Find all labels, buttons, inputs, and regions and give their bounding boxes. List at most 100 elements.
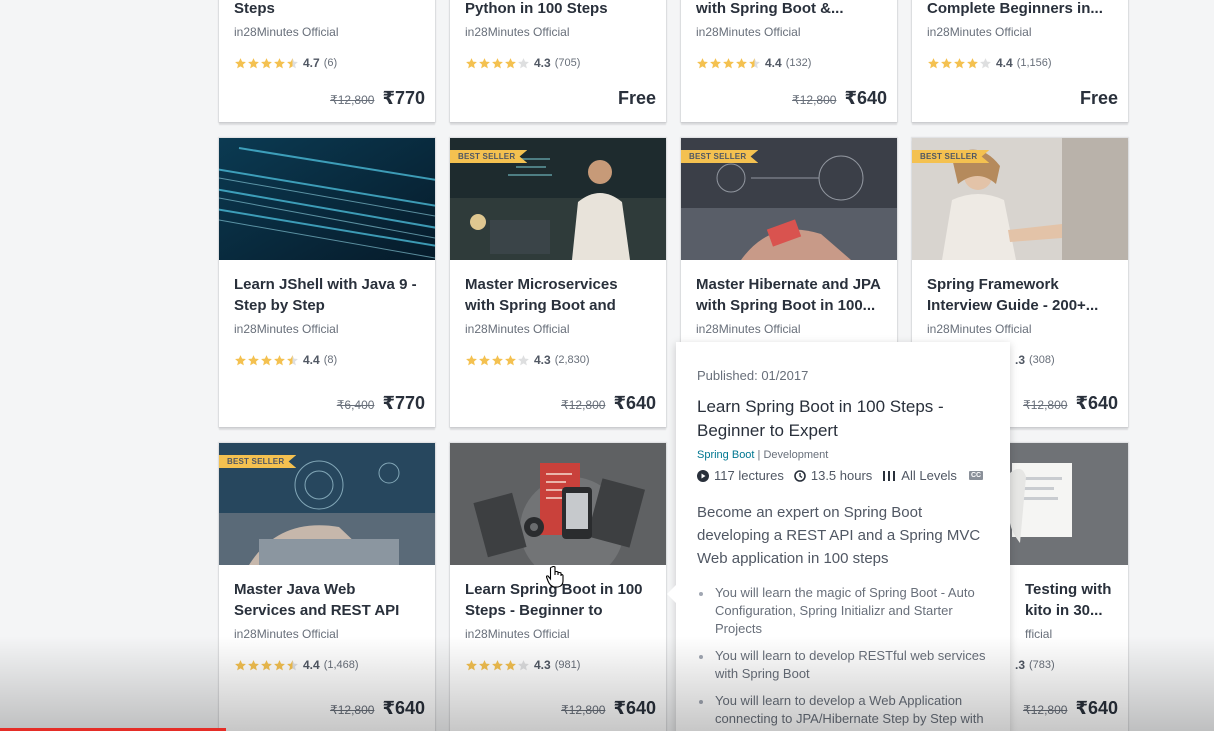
- course-card[interactable]: Learn JShell with Java 9 - Step by Step …: [219, 138, 435, 427]
- course-description: Become an expert on Spring Boot developi…: [697, 504, 981, 567]
- course-card[interactable]: with Spring Boot &... in28Minutes Offici…: [681, 0, 897, 122]
- course-title[interactable]: Master Microservices with Spring Boot an…: [465, 274, 651, 316]
- course-title[interactable]: Master Hibernate and JPA with Spring Boo…: [696, 274, 882, 316]
- rating-value: 4.4: [303, 658, 320, 672]
- course-thumbnail[interactable]: [219, 138, 435, 260]
- rating-value: 4.3: [534, 658, 551, 672]
- hours-item: 13.5 hours: [794, 468, 872, 483]
- star-icon: [954, 57, 965, 68]
- objective-item: You will learn the magic of Spring Boot …: [697, 584, 990, 638]
- rating-value: 4.3: [534, 353, 551, 367]
- rating-count: (6): [323, 57, 338, 69]
- star-icon: [710, 57, 721, 68]
- current-price: ₹640: [613, 393, 656, 413]
- course-author: in28Minutes Official: [465, 627, 570, 641]
- star-icon: [287, 57, 298, 68]
- course-card[interactable]: Complete Beginners in... in28Minutes Off…: [912, 0, 1128, 122]
- price-row: ₹12,800 ₹640: [330, 698, 425, 719]
- course-preview-popover: Published: 01/2017 Learn Spring Boot in …: [676, 342, 1010, 731]
- star-rating: [234, 57, 299, 70]
- course-thumbnail[interactable]: BEST SELLER: [912, 138, 1128, 260]
- rating-count: (2,830): [554, 354, 590, 366]
- price-row: Free: [618, 88, 656, 109]
- price-row: ₹12,800 ₹640: [1023, 698, 1118, 719]
- rating-count: (8): [323, 354, 338, 366]
- rating-count: (783): [1029, 659, 1055, 671]
- rating-value: 4.4: [765, 56, 782, 70]
- star-rating: [696, 57, 761, 70]
- learning-objectives: You will learn the magic of Spring Boot …: [697, 584, 990, 728]
- current-price: ₹770: [382, 393, 425, 413]
- star-icon: [274, 354, 285, 365]
- best-seller-badge: BEST SELLER: [681, 150, 759, 163]
- course-title[interactable]: Spring Framework Interview Guide - 200+.…: [927, 274, 1113, 316]
- course-title[interactable]: Python in 100 Steps: [465, 0, 651, 19]
- course-author: in28Minutes Official: [465, 25, 570, 39]
- rating-value: 4.4: [303, 353, 320, 367]
- rating-row: 4.3 (705): [465, 55, 651, 71]
- course-card[interactable]: Python in 100 Steps in28Minutes Official…: [450, 0, 666, 122]
- rating-row: 4.3 (2,830): [465, 352, 651, 368]
- course-thumbnail[interactable]: BEST SELLER: [450, 138, 666, 260]
- course-title[interactable]: Steps: [234, 0, 420, 19]
- current-price: Free: [1079, 88, 1118, 108]
- course-author: in28Minutes Official: [696, 25, 801, 39]
- course-author: in28Minutes Official: [696, 322, 801, 336]
- course-thumbnail[interactable]: BEST SELLER: [219, 443, 435, 565]
- objective-item: You will learn to develop RESTful web se…: [697, 647, 990, 683]
- rating-row: 4.4 (132): [696, 55, 882, 71]
- star-icon: [287, 354, 298, 365]
- star-icon: [466, 57, 477, 68]
- current-price: ₹640: [1075, 698, 1118, 718]
- star-icon: [492, 354, 503, 365]
- price-row: ₹12,800 ₹640: [792, 88, 887, 109]
- category-link[interactable]: Spring Boot: [697, 449, 754, 461]
- star-icon: [479, 354, 490, 365]
- original-price: ₹12,800: [561, 398, 606, 412]
- star-icon: [492, 57, 503, 68]
- rating-row: 4.4 (1,156): [927, 55, 1113, 71]
- rating-count: (1,156): [1016, 57, 1052, 69]
- course-title[interactable]: Master Java Web Services and REST API wi…: [234, 579, 420, 621]
- star-icon: [248, 354, 259, 365]
- rating-row: 4.4 (1,468): [234, 657, 420, 673]
- popover-title[interactable]: Learn Spring Boot in 100 Steps - Beginne…: [697, 395, 990, 443]
- rating-value: .3: [1015, 353, 1026, 367]
- original-price: ₹12,800: [561, 703, 606, 717]
- original-price: ₹12,800: [330, 703, 375, 717]
- course-title[interactable]: Learn JShell with Java 9 - Step by Step: [234, 274, 420, 316]
- course-author: in28Minutes Official: [234, 627, 339, 641]
- star-icon: [941, 57, 952, 68]
- star-icon: [505, 57, 516, 68]
- course-card[interactable]: BEST SELLER Master Java Web Services and…: [219, 443, 435, 731]
- rating-row: 4.4 (8): [234, 352, 420, 368]
- course-title[interactable]: with Spring Boot &...: [696, 0, 882, 19]
- rating-value: .3: [1015, 658, 1026, 672]
- lectures-item: 117 lectures: [697, 468, 784, 483]
- star-icon: [235, 354, 246, 365]
- star-rating: [465, 354, 530, 367]
- level-item: All Levels: [882, 468, 957, 483]
- star-icon: [248, 57, 259, 68]
- course-thumbnail[interactable]: BEST SELLER: [681, 138, 897, 260]
- course-card[interactable]: Steps in28Minutes Official 4.7 (6) ₹12,8…: [219, 0, 435, 122]
- star-icon: [967, 57, 978, 68]
- rating-value: 4.3: [534, 56, 551, 70]
- course-author: in28Minutes Official: [927, 25, 1032, 39]
- course-title[interactable]: Complete Beginners in...: [927, 0, 1113, 19]
- course-author: in28Minutes Official: [927, 322, 1032, 336]
- level-bars-icon: [883, 470, 896, 481]
- course-author: in28Minutes Official: [234, 25, 339, 39]
- course-thumbnail[interactable]: [450, 443, 666, 565]
- clock-icon: [794, 469, 806, 482]
- star-rating: [465, 659, 530, 672]
- star-icon: [736, 57, 747, 68]
- current-price: ₹640: [382, 698, 425, 718]
- star-icon: [518, 57, 529, 68]
- rating-value: 4.7: [303, 56, 320, 70]
- course-card[interactable]: BEST SELLER Master Microservices with Sp…: [450, 138, 666, 427]
- star-icon: [492, 659, 503, 670]
- star-icon: [466, 354, 477, 365]
- price-row: ₹12,800 ₹640: [561, 393, 656, 414]
- hand-cursor-icon: [546, 566, 564, 588]
